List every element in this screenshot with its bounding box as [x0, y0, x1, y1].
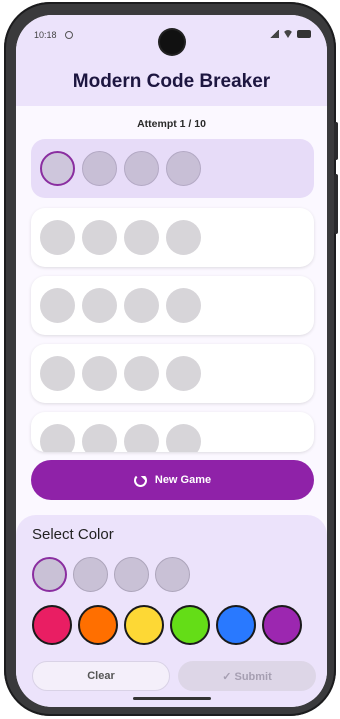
refresh-icon	[133, 473, 147, 487]
guess-row-3	[31, 276, 314, 335]
panel-title: Select Color	[32, 526, 114, 543]
peg-1	[40, 220, 75, 255]
attempt-counter: Attempt 1 / 10	[137, 118, 206, 130]
color-palette	[32, 605, 302, 645]
peg-4	[166, 288, 201, 323]
peg-3	[124, 356, 159, 391]
peg-2[interactable]	[82, 151, 117, 186]
color-swatch[interactable]	[216, 605, 256, 645]
peg-4	[166, 220, 201, 255]
peg-2	[82, 220, 117, 255]
status-time: 10:18	[34, 30, 57, 40]
phone-frame: 10:18 Modern Code Breaker Attempt 1 / 10	[4, 2, 338, 716]
current-guess-slots	[32, 557, 190, 592]
color-swatch[interactable]	[170, 605, 210, 645]
peg-2	[82, 356, 117, 391]
action-buttons: Clear ✓ Submit	[32, 661, 316, 691]
peg-2	[82, 424, 117, 452]
guess-row-2	[31, 208, 314, 267]
peg-3	[124, 424, 159, 452]
peg-1[interactable]	[40, 151, 75, 186]
slot-3[interactable]	[114, 557, 149, 592]
color-swatch[interactable]	[78, 605, 118, 645]
peg-1	[40, 356, 75, 391]
guess-row-4	[31, 344, 314, 403]
home-indicator[interactable]	[133, 697, 211, 700]
slot-1[interactable]	[32, 557, 67, 592]
peg-2	[82, 288, 117, 323]
color-swatch[interactable]	[32, 605, 72, 645]
peg-3[interactable]	[124, 151, 159, 186]
sync-icon	[65, 31, 73, 39]
peg-3	[124, 288, 159, 323]
status-icons	[270, 30, 311, 38]
peg-4	[166, 424, 201, 452]
color-swatch[interactable]	[262, 605, 302, 645]
signal-icon	[270, 30, 279, 38]
new-game-button[interactable]: New Game	[31, 460, 314, 500]
guess-row-5	[31, 412, 314, 452]
battery-icon	[297, 30, 311, 38]
wifi-icon	[283, 30, 293, 38]
peg-3	[124, 220, 159, 255]
peg-1	[40, 424, 75, 452]
app-screen: 10:18 Modern Code Breaker Attempt 1 / 10	[16, 15, 327, 707]
submit-button[interactable]: ✓ Submit	[178, 661, 316, 691]
color-swatch[interactable]	[124, 605, 164, 645]
app-header: 10:18 Modern Code Breaker	[16, 15, 327, 106]
color-select-panel: Select Color Clear ✓ Submit	[16, 515, 327, 707]
camera-cutout	[160, 30, 184, 54]
page-title: Modern Code Breaker	[72, 71, 271, 92]
slot-4[interactable]	[155, 557, 190, 592]
new-game-label: New Game	[154, 474, 212, 486]
peg-4[interactable]	[166, 151, 201, 186]
peg-4	[166, 356, 201, 391]
peg-1	[40, 288, 75, 323]
clear-button[interactable]: Clear	[32, 661, 170, 691]
guess-row-1[interactable]	[31, 139, 314, 198]
slot-2[interactable]	[73, 557, 108, 592]
